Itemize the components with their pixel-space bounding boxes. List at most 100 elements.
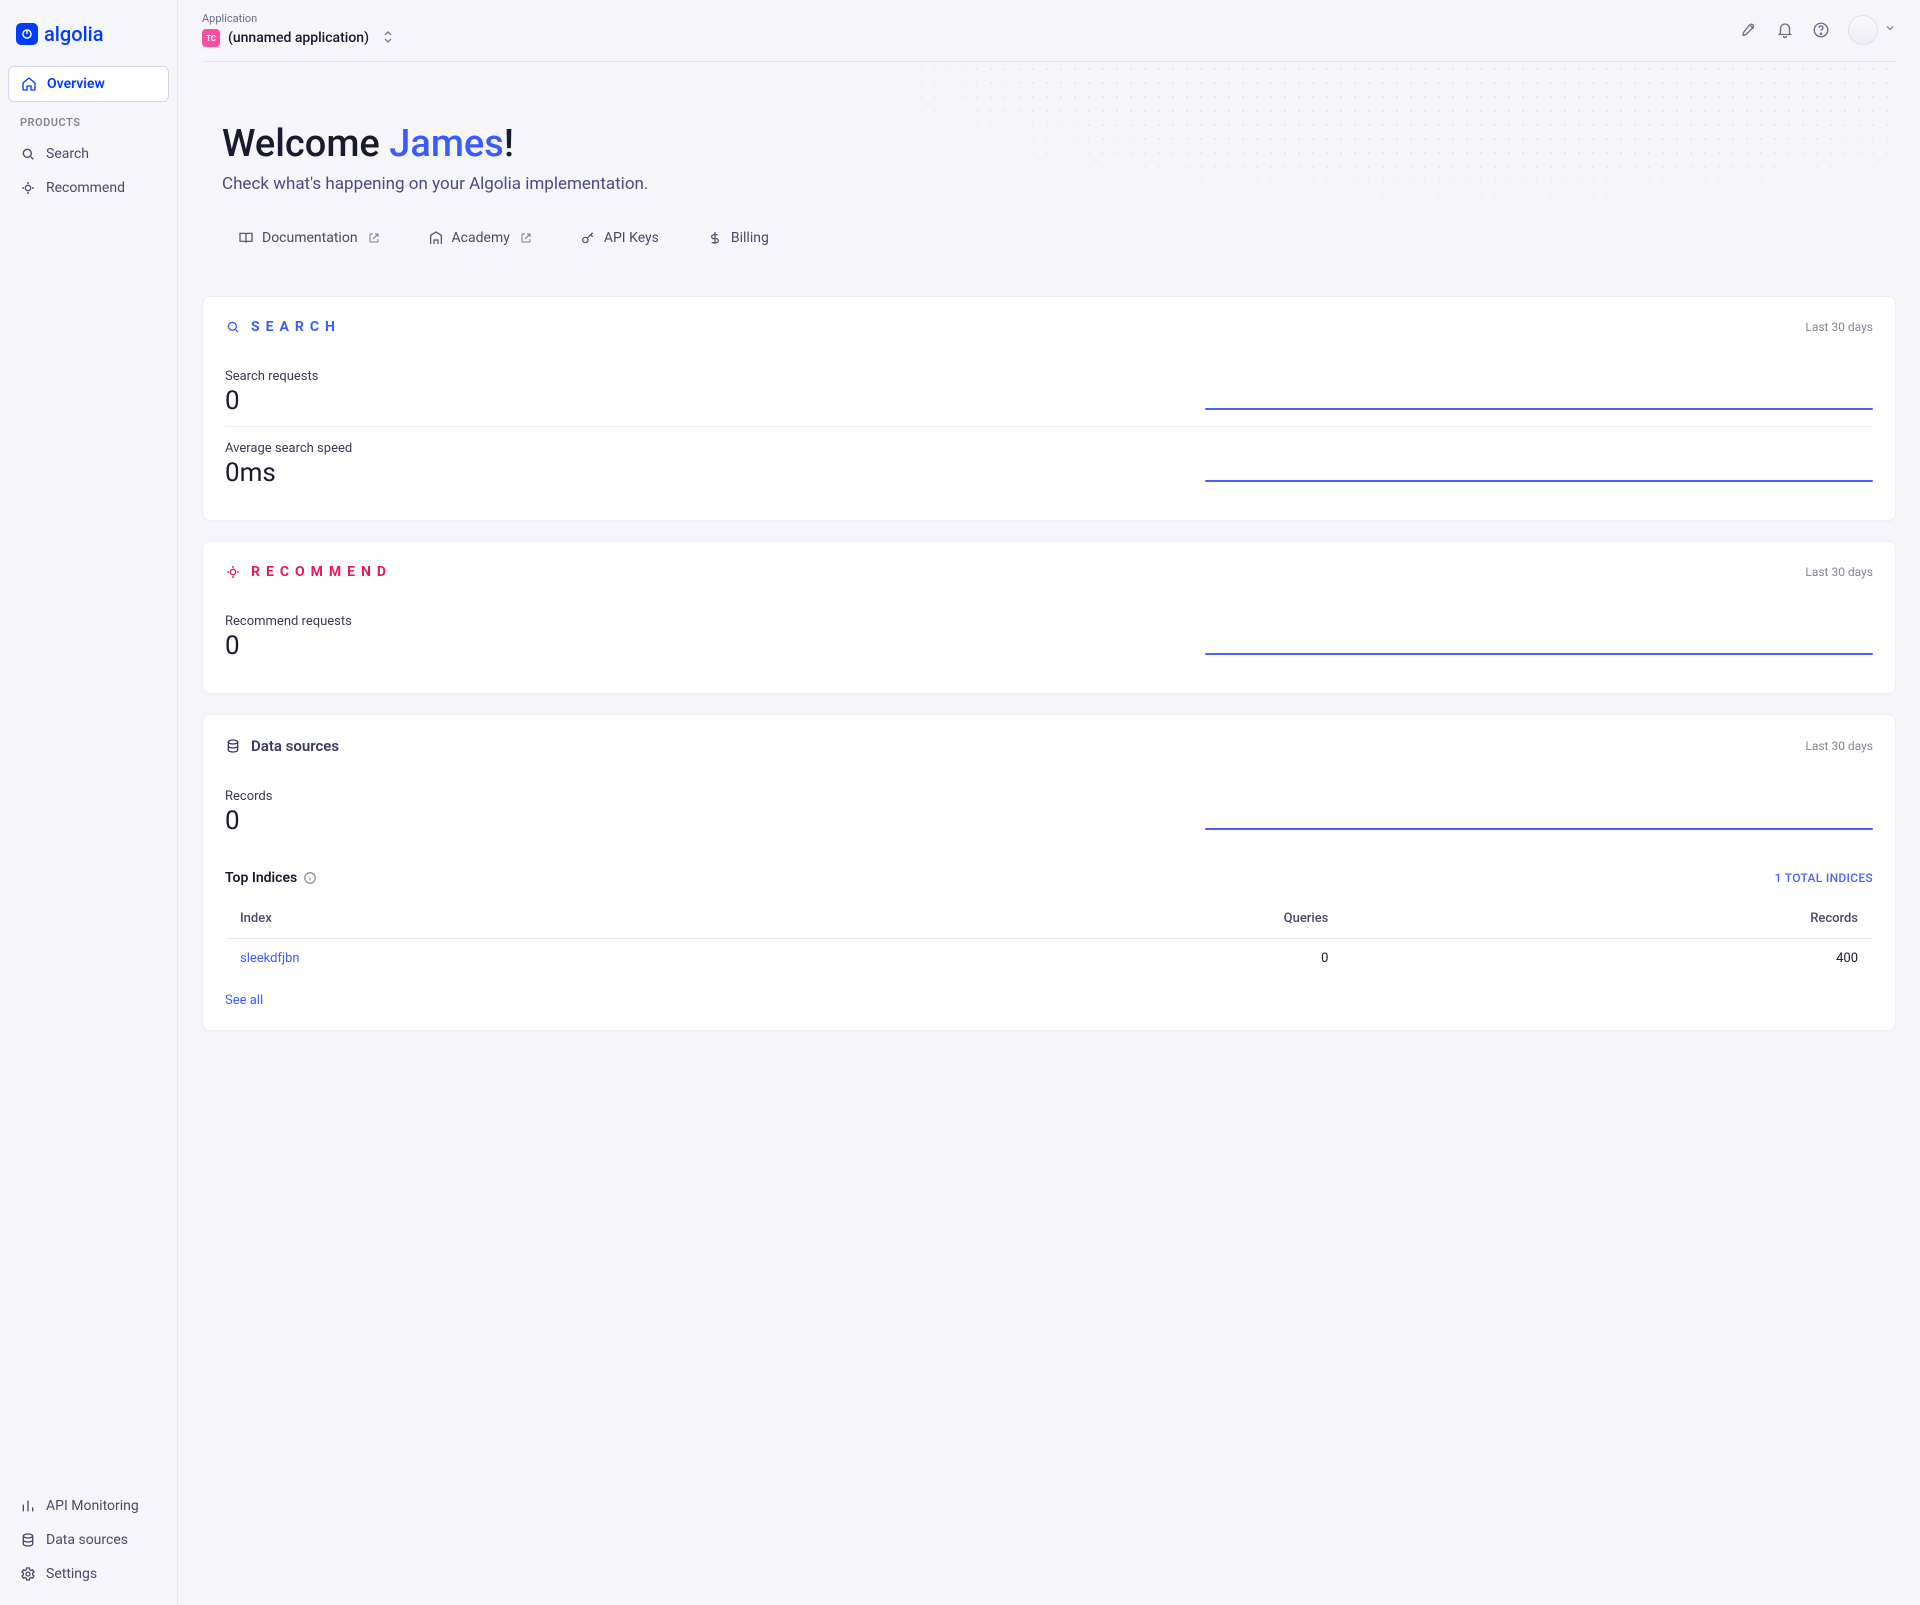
metric-value: 0 xyxy=(225,806,1181,836)
welcome-prefix: Welcome xyxy=(222,122,389,166)
info-icon[interactable] xyxy=(303,871,317,885)
card-recommend: RECOMMEND Last 30 days Recommend request… xyxy=(202,541,1896,694)
card-data-sources: Data sources Last 30 days Records 0 Top … xyxy=(202,714,1896,1031)
quick-links: Documentation Academy API Keys Billing xyxy=(222,230,1876,246)
topbar: Application TC (unnamed application) xyxy=(202,0,1896,62)
building-icon xyxy=(428,230,444,246)
search-icon xyxy=(225,319,241,335)
link-billing[interactable]: Billing xyxy=(707,230,769,246)
link-documentation[interactable]: Documentation xyxy=(238,230,380,246)
main-content: Application TC (unnamed application) xyxy=(178,0,1920,1605)
card-title-data-sources: Data sources xyxy=(225,737,339,755)
sparkline xyxy=(1205,653,1873,655)
welcome-heading: Welcome James! xyxy=(222,122,1876,166)
brand-logo[interactable]: algolia xyxy=(8,14,169,66)
chevron-down-icon xyxy=(1884,22,1896,38)
gear-icon xyxy=(20,1566,36,1582)
period-label: Last 30 days xyxy=(1805,565,1873,579)
rocket-icon[interactable] xyxy=(1740,21,1758,39)
table-row[interactable]: sleekdfjbn 0 400 xyxy=(226,939,1873,979)
sparkle-icon xyxy=(225,564,241,580)
sidebar-item-label: Recommend xyxy=(46,180,125,196)
search-icon xyxy=(20,146,36,162)
sidebar-item-settings[interactable]: Settings xyxy=(8,1557,169,1591)
database-icon xyxy=(225,738,241,754)
link-label: API Keys xyxy=(604,230,659,246)
book-icon xyxy=(238,230,254,246)
link-label: Documentation xyxy=(262,230,358,246)
sparkle-icon xyxy=(20,180,36,196)
key-icon xyxy=(580,230,596,246)
metric-label: Recommend requests xyxy=(225,614,1181,629)
sidebar-item-search[interactable]: Search xyxy=(8,137,169,171)
indices-table: Index Queries Records sleekdfjbn 0 400 xyxy=(225,898,1873,979)
sidebar-item-label: API Monitoring xyxy=(46,1498,139,1514)
help-icon[interactable] xyxy=(1812,21,1830,39)
sparkline xyxy=(1205,480,1873,482)
application-name: (unnamed application) xyxy=(228,30,369,46)
welcome-subtitle: Check what's happening on your Algolia i… xyxy=(222,174,1876,194)
sidebar-item-recommend[interactable]: Recommend xyxy=(8,171,169,205)
sidebar: algolia Overview PRODUCTS Search Recomme… xyxy=(0,0,178,1605)
card-search: SEARCH Last 30 days Search requests 0 Av… xyxy=(202,296,1896,521)
index-records: 400 xyxy=(1342,939,1872,979)
bell-icon[interactable] xyxy=(1776,21,1794,39)
card-title-search: SEARCH xyxy=(225,319,341,335)
database-icon xyxy=(20,1532,36,1548)
welcome-suffix: ! xyxy=(504,122,514,166)
col-index: Index xyxy=(226,899,838,939)
application-label: Application xyxy=(202,12,393,25)
metric-label: Search requests xyxy=(225,369,1181,384)
dollar-icon xyxy=(707,230,723,246)
index-name-link[interactable]: sleekdfjbn xyxy=(240,951,300,966)
external-link-icon xyxy=(368,232,380,244)
sidebar-section-products: PRODUCTS xyxy=(8,102,169,137)
metric-label: Records xyxy=(225,789,1181,804)
link-label: Academy xyxy=(452,230,510,246)
col-queries: Queries xyxy=(837,899,1342,939)
sparkline xyxy=(1205,408,1873,410)
total-indices: 1 TOTAL INDICES xyxy=(1775,871,1873,885)
application-value[interactable]: TC (unnamed application) xyxy=(202,29,393,47)
metric-label: Average search speed xyxy=(225,441,1181,456)
top-indices-heading: Top Indices xyxy=(225,870,317,886)
sidebar-item-data-sources[interactable]: Data sources xyxy=(8,1523,169,1557)
metric-recommend-requests: Recommend requests 0 xyxy=(225,608,1873,671)
updown-icon xyxy=(383,30,393,47)
metric-value: 0ms xyxy=(225,458,1181,488)
see-all-link[interactable]: See all xyxy=(225,993,1873,1008)
link-academy[interactable]: Academy xyxy=(428,230,532,246)
application-badge: TC xyxy=(202,29,220,47)
metric-value: 0 xyxy=(225,631,1181,661)
card-title-recommend: RECOMMEND xyxy=(225,564,392,580)
sidebar-item-label: Settings xyxy=(46,1566,97,1582)
period-label: Last 30 days xyxy=(1805,739,1873,753)
card-title-label: SEARCH xyxy=(251,319,341,335)
sidebar-item-label: Search xyxy=(46,146,89,162)
metric-search-requests: Search requests 0 xyxy=(225,363,1873,427)
sidebar-item-label: Data sources xyxy=(46,1532,128,1548)
external-link-icon xyxy=(520,232,532,244)
user-menu[interactable] xyxy=(1848,15,1896,45)
sidebar-item-label: Overview xyxy=(47,76,105,92)
sidebar-item-overview[interactable]: Overview xyxy=(8,66,169,102)
card-title-label: RECOMMEND xyxy=(251,564,392,580)
sparkline xyxy=(1205,828,1873,830)
index-queries: 0 xyxy=(837,939,1342,979)
bars-icon xyxy=(20,1498,36,1514)
metric-search-speed: Average search speed 0ms xyxy=(225,427,1873,498)
link-api-keys[interactable]: API Keys xyxy=(580,230,659,246)
avatar xyxy=(1848,15,1878,45)
metric-value: 0 xyxy=(225,386,1181,416)
hero: Welcome James! Check what's happening on… xyxy=(202,62,1896,276)
application-selector[interactable]: Application TC (unnamed application) xyxy=(202,12,393,47)
home-icon xyxy=(21,76,37,92)
col-records: Records xyxy=(1342,899,1872,939)
sidebar-item-api-monitoring[interactable]: API Monitoring xyxy=(8,1489,169,1523)
card-title-label: Data sources xyxy=(251,737,339,755)
metric-records: Records 0 xyxy=(225,783,1873,846)
welcome-name: James xyxy=(389,122,504,166)
link-label: Billing xyxy=(731,230,769,246)
top-indices-label: Top Indices xyxy=(225,870,297,886)
period-label: Last 30 days xyxy=(1805,320,1873,334)
